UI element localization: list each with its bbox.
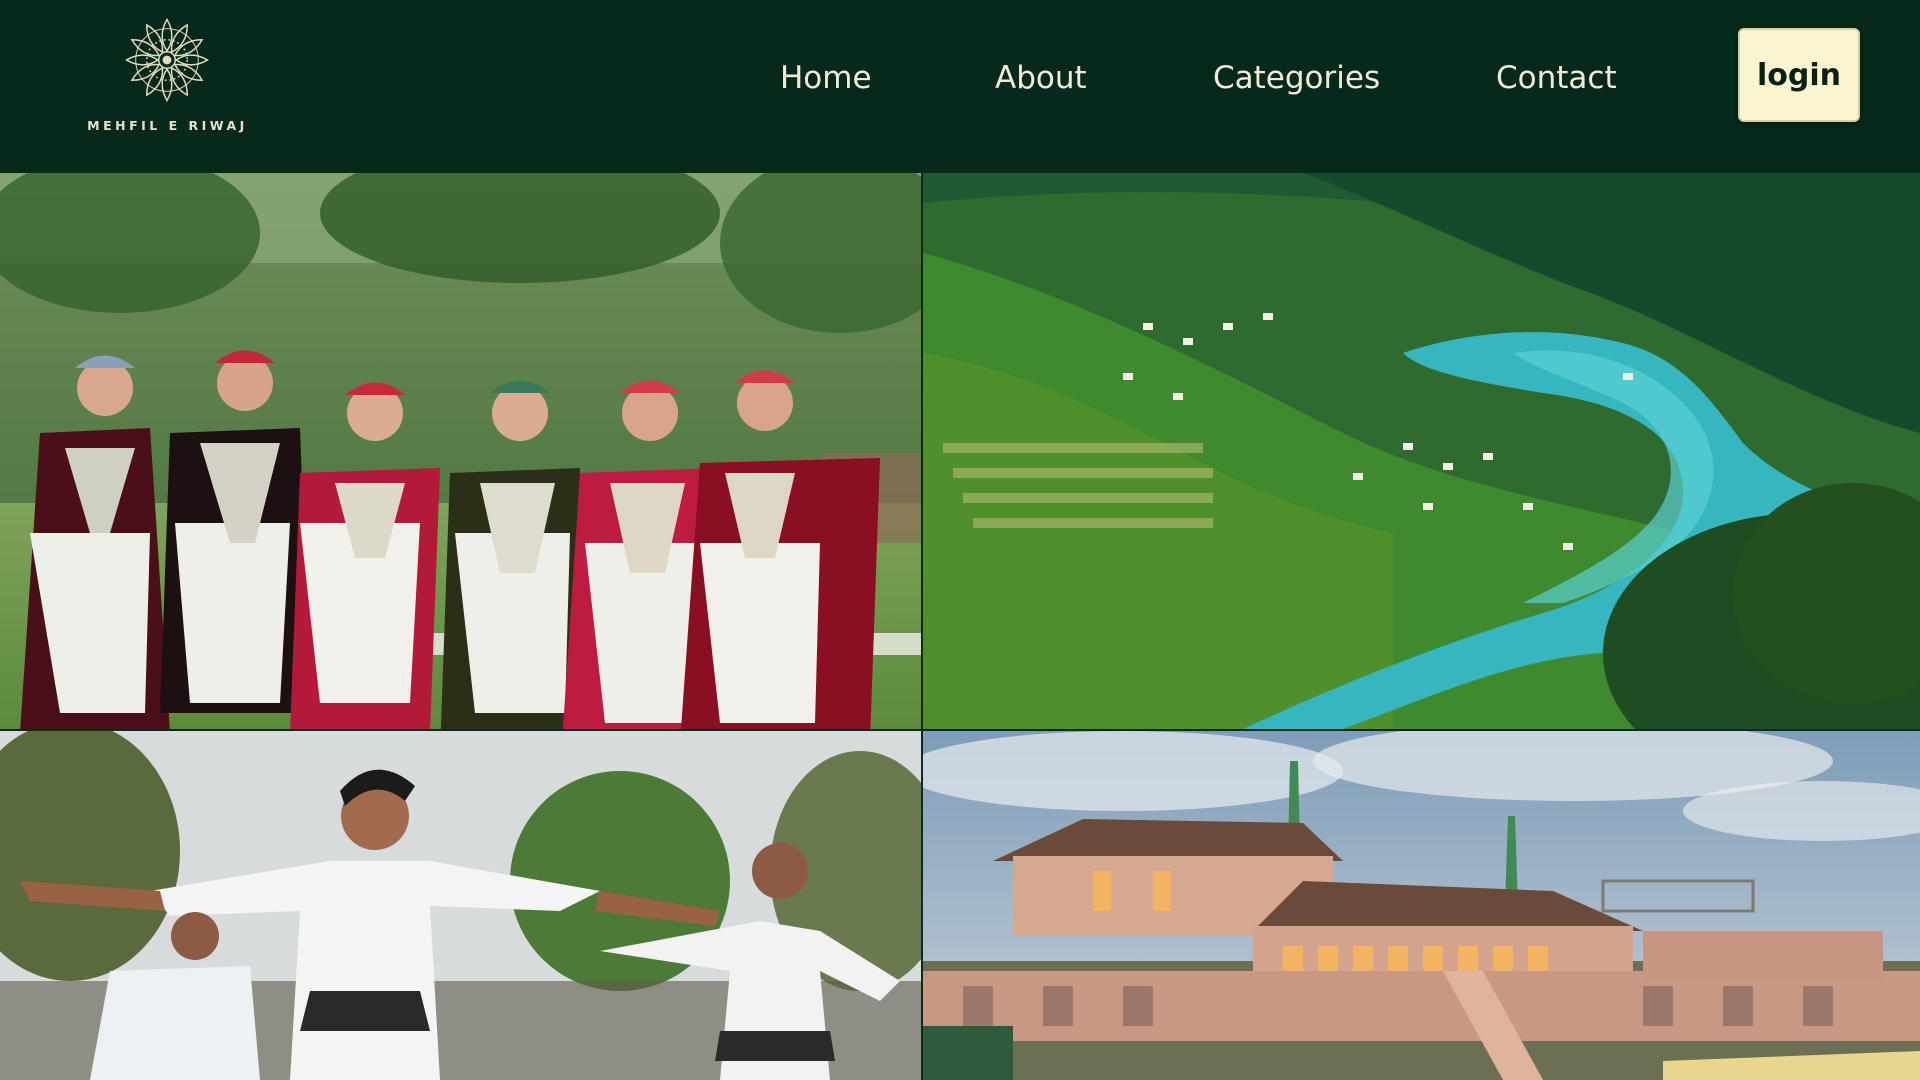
brand-name: MEHFIL E RIWAJ [87, 118, 248, 133]
valley-river-landscape-photo [923, 173, 1920, 729]
nav-contact-link[interactable]: Contact [1496, 56, 1617, 100]
mandala-icon [125, 18, 209, 102]
nav-home-link[interactable]: Home [780, 56, 872, 100]
login-button[interactable]: login [1738, 28, 1860, 122]
brand-logo[interactable]: MEHFIL E RIWAJ [80, 14, 255, 144]
nav-categories-link[interactable]: Categories [1213, 56, 1380, 100]
image-gallery [0, 173, 1920, 1080]
top-navbar: MEHFIL E RIWAJ Home About Categories Con… [0, 0, 1920, 173]
male-folk-dancers-photo [0, 731, 921, 1080]
nav-about-link[interactable]: About [995, 56, 1087, 100]
dancers-in-traditional-pheran-photo [0, 173, 921, 729]
houseboat-on-lake-photo [923, 731, 1920, 1080]
